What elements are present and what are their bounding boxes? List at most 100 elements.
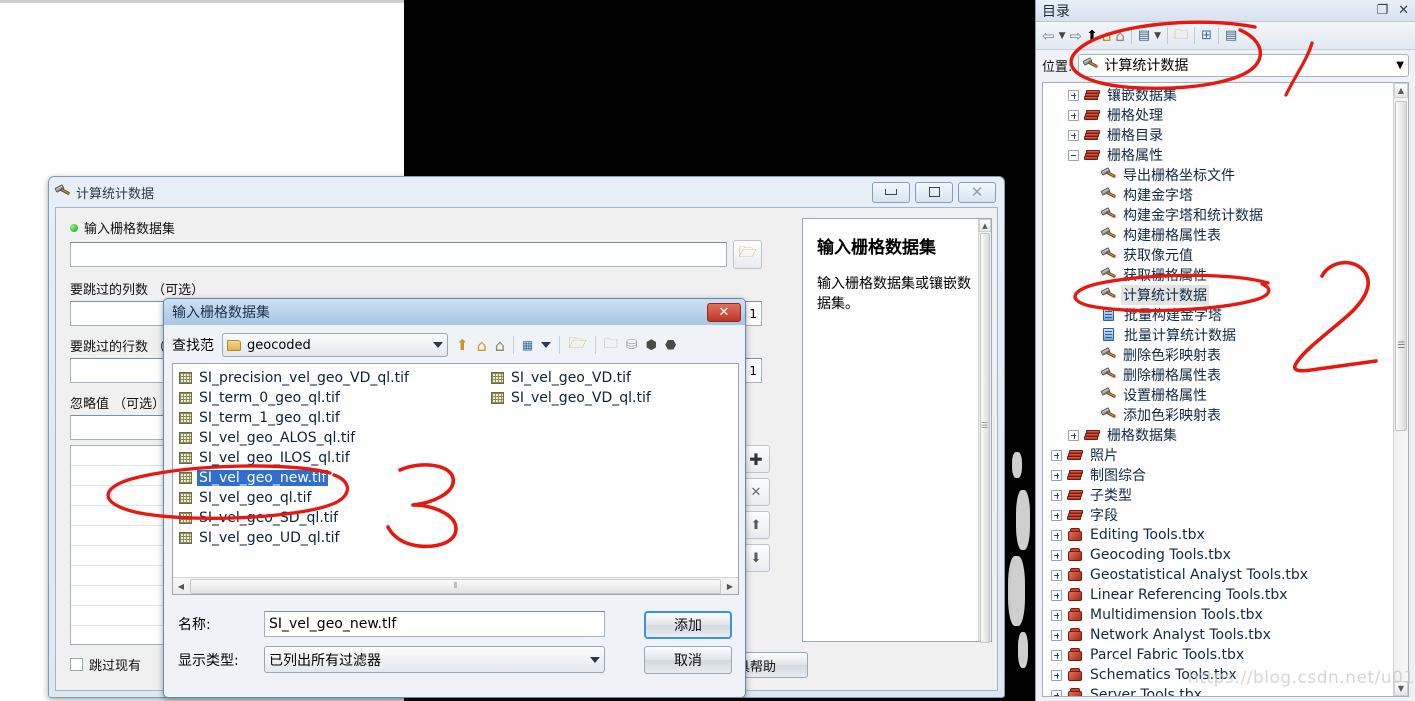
catalog-close-icon[interactable]: ✕ [1398, 3, 1409, 18]
file-list-item[interactable]: SI_term_1_geo_ql.tif [179, 408, 479, 428]
file-list-item[interactable]: SI_vel_geo_SD_ql.tif [179, 508, 479, 528]
file-list-item[interactable]: SI_vel_geo_new.tlf [179, 468, 479, 488]
move-up-button[interactable]: ⬆ [742, 511, 770, 539]
tree-item-23[interactable]: Editing Tools.tbx [1043, 525, 1392, 545]
expand-icon[interactable] [1051, 529, 1062, 541]
expand-icon[interactable] [1051, 469, 1062, 481]
scroll-up-arrow[interactable]: ▲ [1394, 83, 1408, 98]
scroll-thumb[interactable] [980, 233, 990, 643]
tree-item-13[interactable]: 批量计算统计数据 [1043, 325, 1392, 345]
tree-item-24[interactable]: Geocoding Tools.tbx [1043, 545, 1392, 565]
tree-item-9[interactable]: 获取像元值 [1043, 245, 1392, 265]
chevron-down-icon[interactable] [590, 656, 600, 663]
home-icon[interactable]: ⌂ [477, 336, 487, 355]
skip-existing-checkbox[interactable] [70, 658, 83, 671]
input-raster-dataset-field[interactable] [70, 242, 727, 267]
maximize-button[interactable] [915, 181, 953, 203]
expand-icon[interactable] [1051, 569, 1062, 581]
tree-item-20[interactable]: 制图综合 [1043, 465, 1392, 485]
browse-button[interactable]: 🗁 [733, 240, 762, 269]
tree-item-16[interactable]: 设置栅格属性 [1043, 385, 1392, 405]
file-name-input[interactable]: SI_vel_geo_new.tlf [264, 611, 605, 637]
connect-to-folder-icon[interactable]: 🗁 [568, 333, 587, 358]
expand-icon[interactable] [1051, 549, 1062, 561]
back-dropdown-icon[interactable]: ▼ [1059, 31, 1066, 41]
expand-icon[interactable] [1068, 109, 1079, 121]
collapse-icon[interactable] [1068, 149, 1079, 161]
default-geodatabase-icon[interactable]: ⌂ [495, 336, 505, 355]
expand-icon[interactable] [1051, 589, 1062, 601]
tree-item-1[interactable]: 镶嵌数据集 [1043, 85, 1392, 105]
tree-item-14[interactable]: 删除色彩映射表 [1043, 345, 1392, 365]
file-list-hscrollbar[interactable]: ◀ ⦀ ▶ [173, 577, 738, 594]
up-one-level-icon[interactable]: ⬆ [456, 336, 469, 354]
catalog-tree-scrollbar[interactable]: ▲ ☰ ▼ [1393, 83, 1408, 696]
catalog-tree[interactable]: 镶嵌数据集 栅格处理 栅格目录 栅格属性 导出栅格坐标文件 构建金字塔 构建金字塔和统计数据… [1042, 82, 1409, 697]
tree-item-21[interactable]: 子类型 [1043, 485, 1392, 505]
expand-icon[interactable] [1051, 629, 1062, 641]
forward-icon[interactable]: ⇨ [1070, 27, 1083, 45]
file-list-item[interactable]: SI_precision_vel_geo_VD_ql.tif [179, 368, 479, 388]
expand-icon[interactable] [1051, 689, 1062, 696]
expand-icon[interactable] [1051, 489, 1062, 501]
back-icon[interactable]: ⇦ [1042, 27, 1055, 45]
tree-item-26[interactable]: Linear Referencing Tools.tbx [1043, 585, 1392, 605]
file-dialog-close-button[interactable]: ✕ [707, 302, 741, 322]
file-list-item[interactable]: SI_vel_geo_ql.tif [179, 488, 479, 508]
file-list-item[interactable]: SI_vel_geo_ALOS_ql.tif [179, 428, 479, 448]
close-button[interactable]: ✕ [958, 181, 996, 203]
tree-item-5[interactable]: 导出栅格坐标文件 [1043, 165, 1392, 185]
tree-item-10[interactable]: 获取栅格属性 [1043, 265, 1392, 285]
expand-icon[interactable] [1068, 129, 1079, 141]
chevron-down-icon[interactable] [433, 342, 443, 348]
tree-item-19[interactable]: 照片 [1043, 445, 1392, 465]
look-in-combo[interactable]: geocoded [222, 333, 448, 357]
help-panel-scrollbar[interactable]: ▲ ☰ [978, 219, 991, 643]
scroll-thumb[interactable]: ⦀ [190, 578, 721, 594]
add-value-button[interactable]: ✚ [742, 445, 770, 473]
expand-icon[interactable] [1051, 609, 1062, 621]
file-list-item[interactable]: SI_vel_geo_ILOS_ql.tif [179, 448, 479, 468]
tree-item-18[interactable]: 栅格数据集 [1043, 425, 1392, 445]
file-list-item[interactable]: SI_vel_geo_VD.tif [491, 368, 731, 388]
tree-item-17[interactable]: 添加色彩映射表 [1043, 405, 1392, 425]
tree-item-7[interactable]: 构建金字塔和统计数据 [1043, 205, 1392, 225]
list-view-icon[interactable]: ▤ [1138, 28, 1150, 43]
view-menu-dropdown-icon[interactable] [541, 342, 552, 348]
tree-item-29[interactable]: Parcel Fabric Tools.tbx [1043, 645, 1392, 665]
file-list-item[interactable]: SI_vel_geo_UD_ql.tif [179, 528, 479, 548]
add-button[interactable]: 添加 [644, 611, 732, 639]
cancel-button[interactable]: 取消 [644, 646, 732, 674]
chevron-down-icon[interactable]: ▼ [1396, 60, 1404, 71]
location-combo[interactable]: 计算统计数据 ▼ [1078, 53, 1409, 77]
file-list-item[interactable]: SI_vel_geo_VD_ql.tif [491, 388, 731, 408]
move-down-button[interactable]: ⬇ [742, 544, 770, 572]
tree-item-22[interactable]: 字段 [1043, 505, 1392, 525]
up-one-level-icon[interactable]: ⬆ [1086, 28, 1098, 44]
display-type-combo[interactable]: 已列出所有过滤器 [264, 646, 605, 673]
tree-item-15[interactable]: 删除栅格属性表 [1043, 365, 1392, 385]
new-file-geodatabase-icon[interactable]: ⛁ [626, 337, 638, 353]
list-view-dropdown-icon[interactable]: ▼ [1154, 31, 1161, 41]
item-description-icon[interactable]: ▤ [1225, 28, 1237, 43]
expand-icon[interactable] [1051, 669, 1062, 681]
tree-item-3[interactable]: 栅格目录 [1043, 125, 1392, 145]
expand-icon[interactable] [1051, 449, 1062, 461]
tree-item-25[interactable]: Geostatistical Analyst Tools.tbx [1043, 565, 1392, 585]
minimize-button[interactable] [872, 181, 910, 203]
file-list-item[interactable]: SI_term_0_geo_ql.tif [179, 388, 479, 408]
new-toolbox-icon[interactable]: ⬢ [646, 338, 657, 353]
default-geodatabase-icon[interactable]: ⌂ [1115, 27, 1125, 45]
tree-item-28[interactable]: Network Analyst Tools.tbx [1043, 625, 1392, 645]
tree-item-4[interactable]: 栅格属性 [1043, 145, 1392, 165]
catalog-restore-icon[interactable]: ❐ [1376, 3, 1388, 18]
tree-item-12[interactable]: 批量构建金字塔 [1043, 305, 1392, 325]
connect-to-folder-icon[interactable]: 🗀 [1174, 24, 1188, 48]
expand-icon[interactable] [1068, 89, 1079, 101]
view-menu-icon[interactable]: ▦ [522, 338, 533, 352]
file-list[interactable]: SI_precision_vel_geo_VD_ql.tif SI_term_0_… [172, 363, 739, 595]
scroll-left-arrow[interactable]: ◀ [173, 582, 189, 591]
expand-icon[interactable] [1051, 649, 1062, 661]
expand-icon[interactable] [1068, 429, 1079, 441]
new-folder-icon[interactable]: 🗀 [604, 333, 618, 357]
